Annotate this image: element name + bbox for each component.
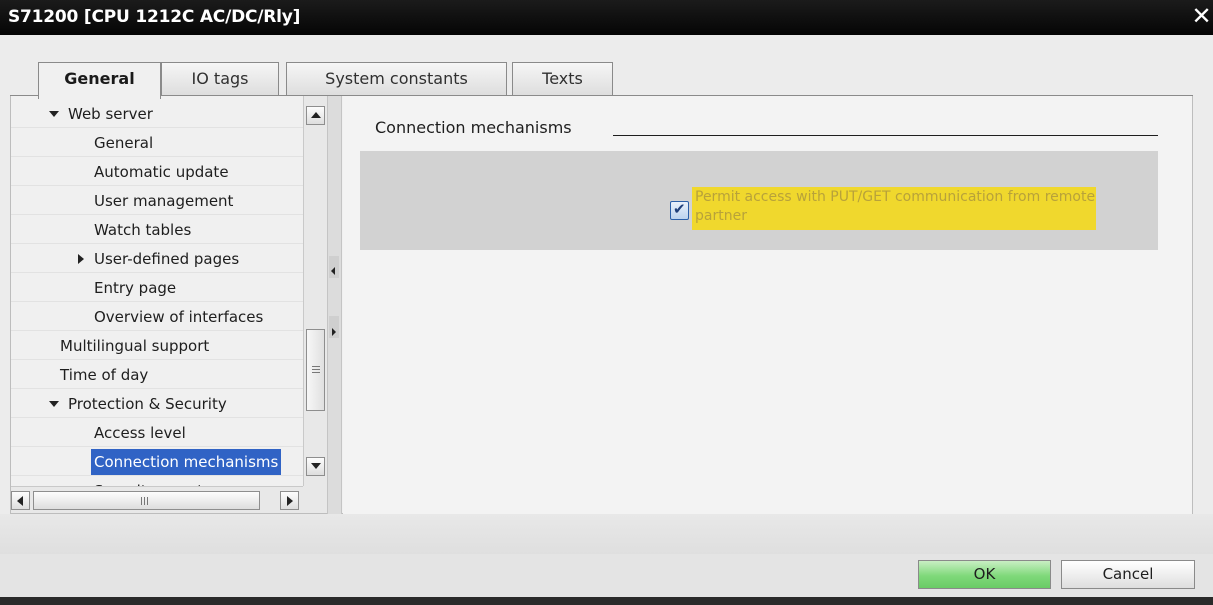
checkmark-icon: ✔ (673, 200, 686, 218)
title-bar: S71200 [CPU 1212C AC/DC/Rly] ✕ (0, 0, 1213, 35)
tree-item-label: Time of day (60, 366, 149, 384)
tree-item-label: Watch tables (94, 221, 192, 239)
tree-item-multilingual-support[interactable]: Multilingual support (11, 332, 303, 360)
tree-item-protection-security[interactable]: Protection & Security (11, 390, 303, 418)
tab-io-tags[interactable]: IO tags (161, 62, 279, 97)
tree-item-watch-tables[interactable]: Watch tables (11, 216, 303, 244)
tree-item-label: User management (94, 192, 234, 210)
tree-item-overview-of-interfaces[interactable]: Overview of interfaces (11, 303, 303, 331)
collapse-left-icon[interactable] (331, 267, 335, 275)
tree-item-web-server[interactable]: Web server (11, 100, 303, 128)
collapse-arrow-icon[interactable] (78, 254, 84, 264)
section-title: Connection mechanisms (375, 118, 584, 137)
section-rule (613, 135, 1158, 136)
chevron-up-icon (311, 112, 321, 118)
put-get-checkbox[interactable]: ✔ (670, 200, 689, 220)
window-title: S71200 [CPU 1212C AC/DC/Rly] (8, 7, 301, 27)
scroll-left-button[interactable] (11, 491, 30, 510)
tree-item-access-level[interactable]: Access level (11, 419, 303, 447)
footer-band (0, 514, 1213, 554)
horizontal-scroll-thumb[interactable] (33, 491, 260, 510)
chevron-down-icon (311, 463, 321, 469)
scroll-thumb[interactable] (306, 329, 325, 411)
tab-texts[interactable]: Texts (512, 62, 613, 97)
tree-item-label: Connection mechanisms (91, 449, 282, 475)
tree-item-user-defined-pages[interactable]: User-defined pages (11, 245, 303, 273)
grip-icon (147, 497, 148, 505)
expand-arrow-icon[interactable] (49, 401, 59, 407)
scroll-right-button[interactable] (280, 491, 299, 510)
tree-item-user-management[interactable]: User management (11, 187, 303, 215)
scroll-up-button[interactable] (306, 106, 325, 125)
tree-item-automatic-update[interactable]: Automatic update (11, 158, 303, 186)
tree-item-label: Entry page (94, 279, 177, 297)
tree-item-entry-page[interactable]: Entry page (11, 274, 303, 302)
tree-item-time-of-day[interactable]: Time of day (11, 361, 303, 389)
navigation-tree: Web server General Automatic update User… (11, 96, 303, 486)
panel-splitter[interactable] (327, 96, 342, 514)
bottom-border (0, 597, 1213, 605)
put-get-checkbox-label[interactable]: Permit access with PUT/GET communication… (695, 188, 1099, 226)
grip-icon (312, 366, 320, 367)
tree-item-label: Access level (94, 424, 186, 442)
tree-item-security-event[interactable]: Security event (11, 477, 303, 486)
expand-right-icon[interactable] (332, 328, 336, 336)
grip-icon (141, 497, 142, 505)
tree-item-label: Security event (94, 477, 203, 486)
dialog-footer: OK Cancel (0, 514, 1213, 605)
expand-arrow-icon[interactable] (49, 111, 59, 117)
scrollbar-corner (303, 486, 327, 513)
settings-content: Connection mechanisms ✔ Permit access wi… (343, 96, 1192, 514)
tree-item-label: Multilingual support (60, 337, 210, 355)
tab-system-constants[interactable]: System constants (286, 62, 507, 97)
tree-item-label: Overview of interfaces (94, 308, 264, 326)
properties-dialog: General IO tags System constants Texts W… (0, 35, 1213, 605)
ok-button[interactable]: OK (918, 560, 1051, 589)
tree-item-label: Automatic update (94, 163, 229, 181)
cancel-button[interactable]: Cancel (1061, 560, 1195, 589)
grip-icon (144, 497, 145, 505)
grip-icon (312, 372, 320, 373)
tree-horizontal-scrollbar[interactable] (11, 486, 303, 513)
tree-item-label: Web server (68, 105, 153, 123)
tree-item-label: General (94, 134, 154, 152)
chevron-right-icon (287, 496, 293, 506)
tree-item-general[interactable]: General (11, 129, 303, 157)
close-icon[interactable]: ✕ (1190, 3, 1213, 32)
scroll-down-button[interactable] (306, 457, 325, 476)
chevron-left-icon (17, 496, 23, 506)
properties-panel: Web server General Automatic update User… (10, 96, 1193, 514)
tree-vertical-scrollbar[interactable] (303, 96, 327, 486)
tree-item-label: User-defined pages (94, 250, 240, 268)
tree-item-label: Protection & Security (68, 395, 227, 413)
tab-general[interactable]: General (38, 62, 161, 99)
grip-icon (312, 369, 320, 370)
tree-item-connection-mechanisms[interactable]: Connection mechanisms (11, 448, 303, 476)
section-body: ✔ Permit access with PUT/GET communicati… (360, 151, 1158, 250)
